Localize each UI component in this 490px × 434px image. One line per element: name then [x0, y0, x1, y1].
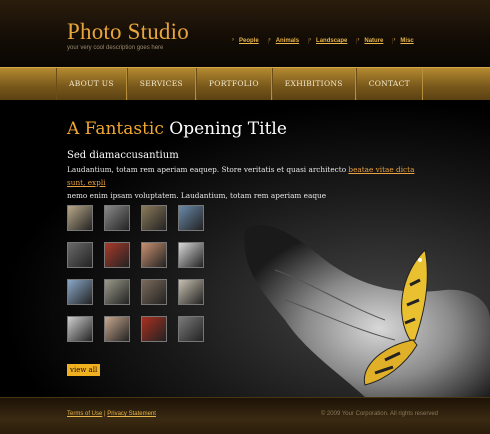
thumb-dog[interactable]	[67, 205, 93, 231]
thumb-eye2[interactable]	[67, 316, 93, 342]
thumb-woman[interactable]	[104, 316, 130, 342]
thumb-car[interactable]	[67, 242, 93, 268]
nav-contact[interactable]: CONTACT	[355, 68, 423, 100]
thumb-mountain[interactable]	[67, 279, 93, 305]
category-links: People Animals Landscape Nature Misc	[232, 37, 423, 44]
privacy-link[interactable]: Privacy Statement	[107, 411, 156, 417]
thumb-eye[interactable]	[178, 242, 204, 268]
link-landscape[interactable]: Landscape	[309, 37, 358, 44]
footer-links: Terms of Use | Privacy Statement	[67, 411, 156, 417]
main-nav: ABOUT US SERVICES PORTFOLIO EXHIBITIONS …	[0, 67, 490, 101]
thumb-sheep[interactable]	[178, 279, 204, 305]
hand-butterfly-photo	[244, 224, 490, 397]
nav-about-us[interactable]: ABOUT US	[56, 68, 127, 100]
header: Photo Studio your very cool description …	[0, 0, 490, 67]
thumb-face[interactable]	[141, 279, 167, 305]
tagline: your very cool description goes here	[67, 45, 164, 51]
nav-exhibitions[interactable]: EXHIBITIONS	[271, 68, 356, 100]
copyright: © 2009 Your Corporation. All rights rese…	[320, 411, 438, 417]
thumb-stones[interactable]	[178, 316, 204, 342]
thumb-boy[interactable]	[141, 205, 167, 231]
link-nature[interactable]: Nature	[357, 37, 394, 44]
title-highlight: A Fantastic	[67, 119, 164, 139]
terms-link[interactable]: Terms of Use	[67, 411, 102, 417]
link-animals[interactable]: Animals	[269, 37, 310, 44]
thumb-couple[interactable]	[141, 242, 167, 268]
thumb-kid[interactable]	[104, 242, 130, 268]
intro-paragraph: Laudantium, totam rem aperiam eaquep. St…	[67, 163, 427, 202]
thumb-girl[interactable]	[141, 316, 167, 342]
view-all-button[interactable]: view all	[67, 364, 101, 376]
footer: Terms of Use | Privacy Statement © 2009 …	[0, 397, 490, 434]
link-misc[interactable]: Misc	[393, 37, 422, 44]
para-text-1: Laudantium, totam rem aperiam eaquep. St…	[67, 165, 349, 174]
para-text-2: nemo enim ipsam voluptatem. Laudantium, …	[67, 191, 327, 200]
page-title: A Fantastic Opening Title	[67, 119, 287, 139]
link-people[interactable]: People	[232, 37, 269, 44]
title-rest: Opening Title	[169, 119, 287, 139]
nav-services[interactable]: SERVICES	[126, 68, 196, 100]
thumb-man[interactable]	[104, 205, 130, 231]
thumb-sky[interactable]	[178, 205, 204, 231]
subtitle: Sed diamaccusantium	[67, 150, 179, 161]
thumb-field[interactable]	[104, 279, 130, 305]
logo[interactable]: Photo Studio	[67, 19, 189, 45]
nav-portfolio[interactable]: PORTFOLIO	[195, 68, 272, 100]
